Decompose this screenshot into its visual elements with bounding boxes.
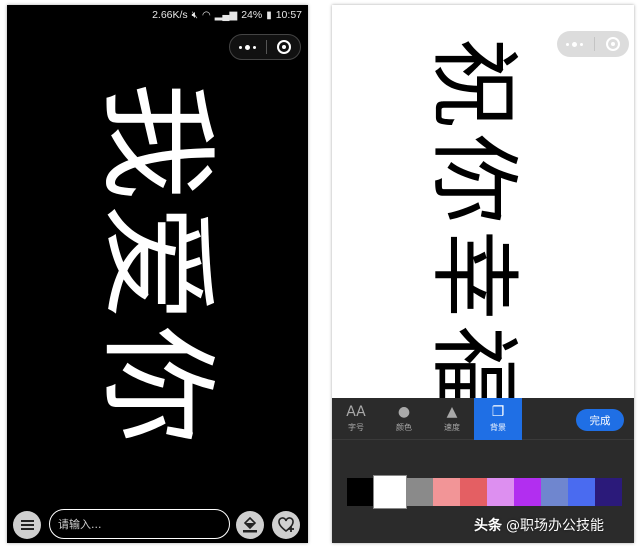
tab-color[interactable]: ● 颜色 [380,398,428,440]
text-input[interactable] [49,509,230,539]
tab-label: 颜色 [396,423,412,432]
bottom-toolbar [7,505,308,543]
settings-tabs: AA 字号 ● 颜色 ▲ 速度 ❐ 背景 完成 [332,398,634,440]
capsule-divider [266,40,267,54]
right-phone-screen: 祝你幸福 AA 字号 ● 颜色 ▲ 速度 ❐ 背景 完成 [332,5,634,543]
menu-button[interactable] [13,511,41,539]
clock: 10:57 [275,9,302,21]
done-button[interactable]: 完成 [576,409,624,431]
color-swatch[interactable] [487,478,514,506]
color-swatch[interactable] [595,478,622,506]
color-swatch[interactable] [433,478,460,506]
more-options-icon[interactable] [239,44,256,50]
mute-icon: 🔇︎ [191,9,198,21]
background-color-swatches [347,476,622,508]
color-swatch[interactable] [374,476,406,508]
scrolling-display-text: 我爱你 [88,81,226,449]
tab-label: 背景 [490,423,506,432]
more-options-icon[interactable] [566,41,584,47]
color-swatch[interactable] [347,478,374,506]
close-miniprogram-icon[interactable] [605,37,620,51]
left-phone-screen: 2.66K/s 🔇︎ ◠ ▂▄▆ 24% ▮ 10:57 我爱你 [7,5,308,543]
color-swatch[interactable] [460,478,487,506]
signal-icon: ▂▄▆ [214,9,238,21]
color-swatch[interactable] [406,478,433,506]
tab-label: 字号 [348,423,364,432]
tab-background[interactable]: ❐ 背景 [474,398,522,440]
watermark: 头条 @职场办公技能 [474,515,604,535]
color-swatch[interactable] [541,478,568,506]
paint-bucket-button[interactable] [236,511,264,539]
battery-icon: ▮ [266,9,272,21]
tab-font-size[interactable]: AA 字号 [332,398,380,440]
tab-speed[interactable]: ▲ 速度 [428,398,476,440]
capsule-divider [593,37,595,51]
network-speed: 2.66K/s [152,9,188,21]
background-icon: ❐ [491,404,505,420]
heart-plus-icon [277,517,294,533]
wifi-icon: ◠ [201,9,211,21]
paint-bucket-icon [243,517,257,533]
miniprogram-capsule [557,31,629,57]
favorite-add-button[interactable] [272,511,300,539]
watermark-handle: @职场办公技能 [506,518,604,534]
speed-icon: ▲ [446,404,458,420]
battery-percent: 24% [241,9,263,21]
status-bar: 2.66K/s 🔇︎ ◠ ▂▄▆ 24% ▮ 10:57 [7,5,308,25]
close-miniprogram-icon[interactable] [277,40,291,54]
color-swatch[interactable] [514,478,541,506]
scrolling-display-text: 祝你幸福 [421,38,526,422]
color-swatch[interactable] [568,478,595,506]
miniprogram-capsule [229,34,301,60]
color-drop-icon: ● [397,404,411,420]
watermark-brand: 头条 [474,518,502,534]
tab-label: 速度 [444,423,460,432]
font-size-icon: AA [346,404,366,420]
menu-icon [20,520,34,530]
